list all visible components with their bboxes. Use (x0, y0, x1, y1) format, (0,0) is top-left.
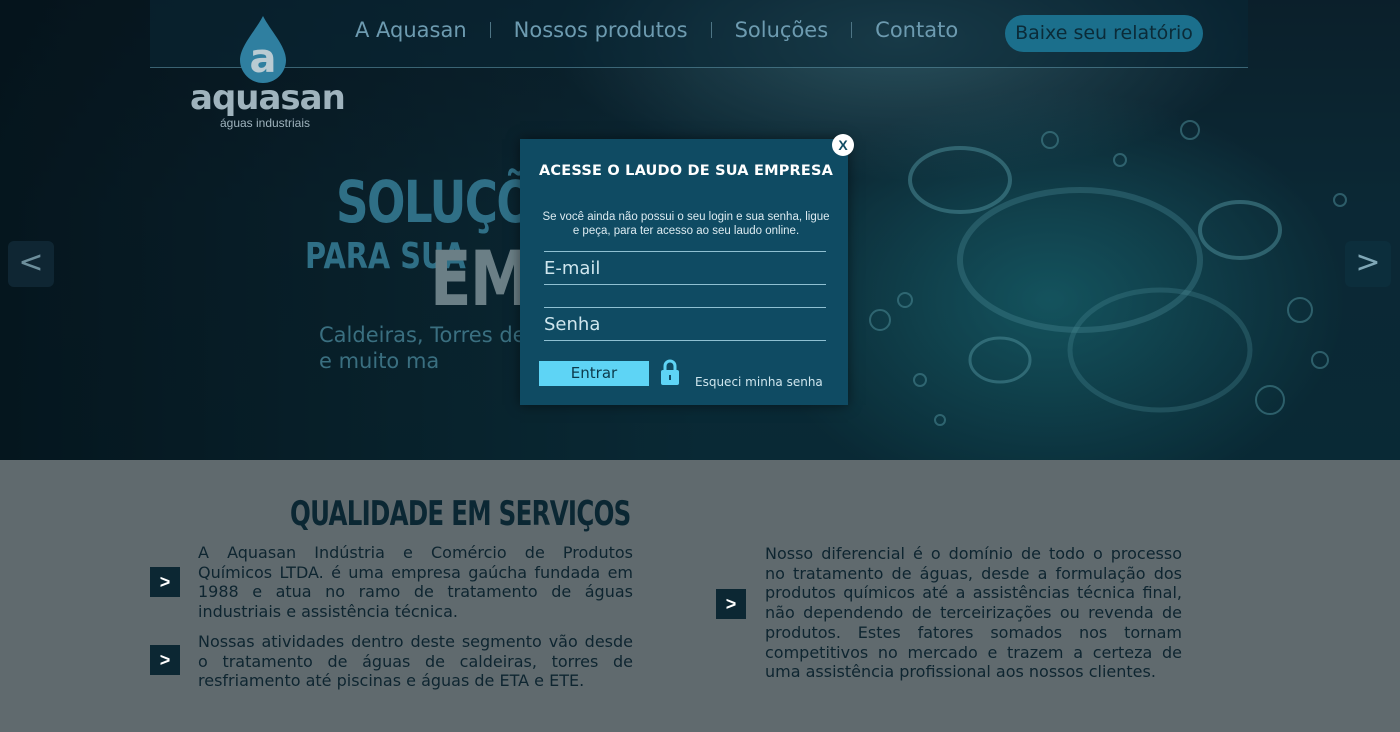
aquasan-logo[interactable]: a aquasan águas industriais (190, 14, 346, 134)
lock-icon (661, 359, 679, 385)
modal-title: ACESSE O LAUDO DE SUA EMPRESA (539, 163, 834, 179)
about-paragraph-3: Nosso diferencial é o domínio de todo o … (765, 544, 1182, 682)
water-drop-logo-icon: a (240, 16, 286, 83)
logo-tagline: águas industriais (219, 116, 311, 130)
nav-divider (489, 22, 491, 38)
about-section: QUALIDADE EM SERVIÇOS > A Aquasan Indúst… (0, 460, 1400, 732)
modal-instructions: Se você ainda não possui o seu login e s… (542, 211, 830, 237)
chevron-right-icon: > (716, 589, 746, 619)
nav-link-solucoes[interactable]: Soluções (735, 18, 829, 42)
nav-link-produtos[interactable]: Nossos produtos (514, 18, 688, 42)
section-title: QUALIDADE EM SERVIÇOS (290, 494, 631, 534)
login-button[interactable]: Entrar (539, 361, 649, 386)
forgot-password-link[interactable]: Esqueci minha senha (695, 375, 823, 389)
login-modal: ACESSE O LAUDO DE SUA EMPRESA Se você ai… (520, 139, 848, 405)
chevron-right-icon: > (150, 567, 180, 597)
email-input[interactable] (544, 252, 826, 284)
about-paragraph-2: Nossas atividades dentro deste segmento … (198, 632, 633, 691)
about-paragraph-1: A Aquasan Indústria e Comércio de Produt… (198, 543, 633, 622)
main-nav: A Aquasan Nossos produtos Soluções Conta… (355, 18, 958, 42)
password-field (544, 307, 826, 341)
carousel-prev-button[interactable]: < (8, 241, 54, 287)
email-field (544, 251, 826, 285)
nav-divider (710, 22, 712, 38)
download-report-button[interactable]: Baixe seu relatório (1005, 15, 1203, 52)
carousel-next-button[interactable]: > (1345, 241, 1391, 287)
password-input[interactable] (544, 308, 826, 340)
logo-wordmark: aquasan (190, 78, 346, 118)
logo-letter: a (250, 36, 277, 82)
chevron-right-icon: > (150, 645, 180, 675)
nav-link-aquasan[interactable]: A Aquasan (355, 18, 467, 42)
nav-divider (851, 22, 853, 38)
nav-link-contato[interactable]: Contato (875, 18, 958, 42)
close-icon[interactable]: X (832, 134, 854, 156)
